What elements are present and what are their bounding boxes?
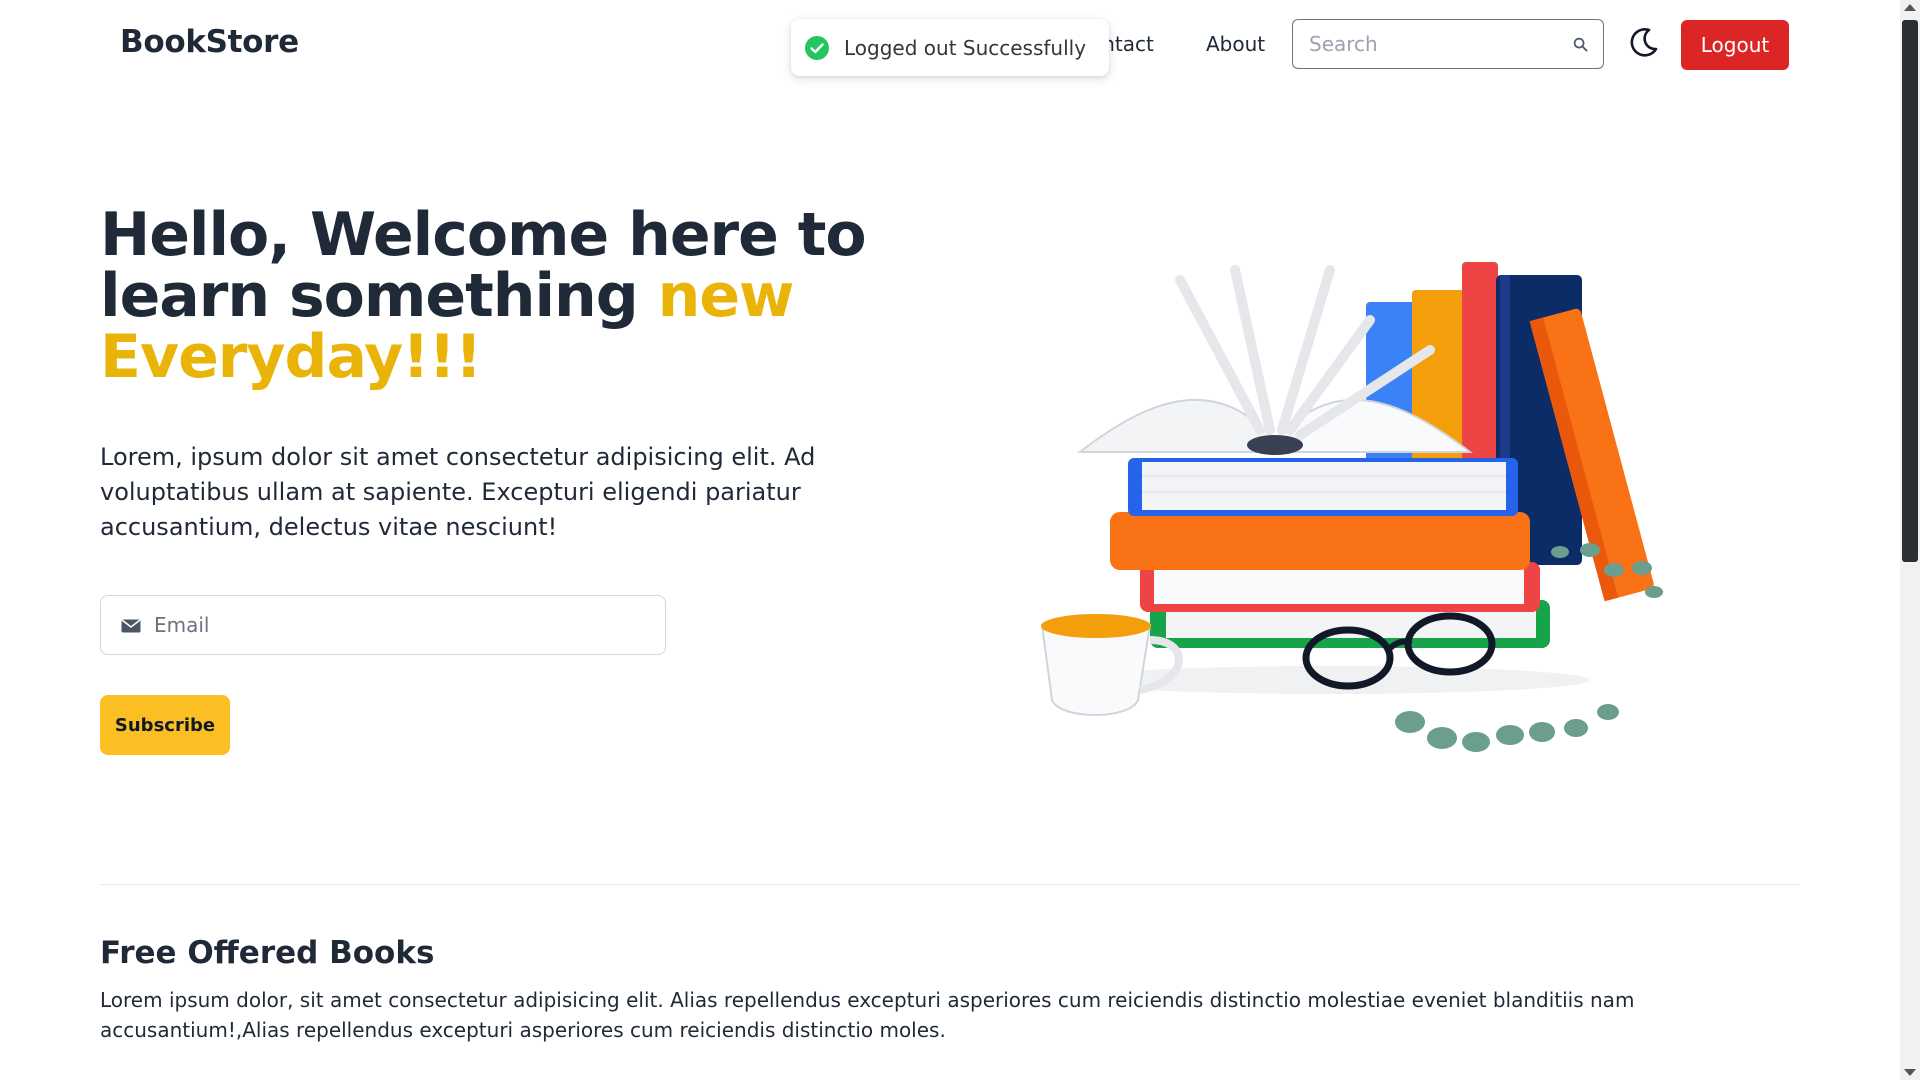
check-circle-icon bbox=[804, 35, 830, 61]
page-scrollbar[interactable] bbox=[1900, 0, 1920, 1080]
brand-logo[interactable]: BookStore bbox=[120, 24, 299, 60]
email-field-box bbox=[100, 595, 666, 655]
search-input[interactable] bbox=[1307, 31, 1571, 57]
scroll-thumb[interactable] bbox=[1902, 20, 1918, 562]
nav-link-about[interactable]: About bbox=[1206, 32, 1265, 56]
subscribe-button[interactable]: Subscribe bbox=[100, 695, 230, 755]
scroll-down-arrow[interactable] bbox=[1904, 1069, 1916, 1076]
hero-illustration bbox=[1030, 240, 1710, 780]
search-box bbox=[1292, 19, 1604, 69]
toast-notification: Logged out Successfully bbox=[791, 19, 1109, 76]
moon-icon[interactable] bbox=[1625, 25, 1661, 61]
section-divider bbox=[100, 884, 1800, 885]
logout-button[interactable]: Logout bbox=[1681, 20, 1789, 70]
hero-title: Hello, Welcome here to learn something n… bbox=[100, 205, 900, 388]
section-title: Free Offered Books bbox=[100, 935, 435, 971]
scroll-up-arrow[interactable] bbox=[1904, 4, 1916, 11]
toast-message: Logged out Successfully bbox=[844, 35, 1087, 60]
envelope-icon bbox=[121, 618, 141, 633]
hero-description: Lorem, ipsum dolor sit amet consectetur … bbox=[100, 443, 816, 541]
search-icon[interactable] bbox=[1571, 35, 1589, 53]
section-description: Lorem ipsum dolor, sit amet consectetur … bbox=[100, 988, 1635, 1042]
email-field[interactable] bbox=[152, 612, 665, 638]
